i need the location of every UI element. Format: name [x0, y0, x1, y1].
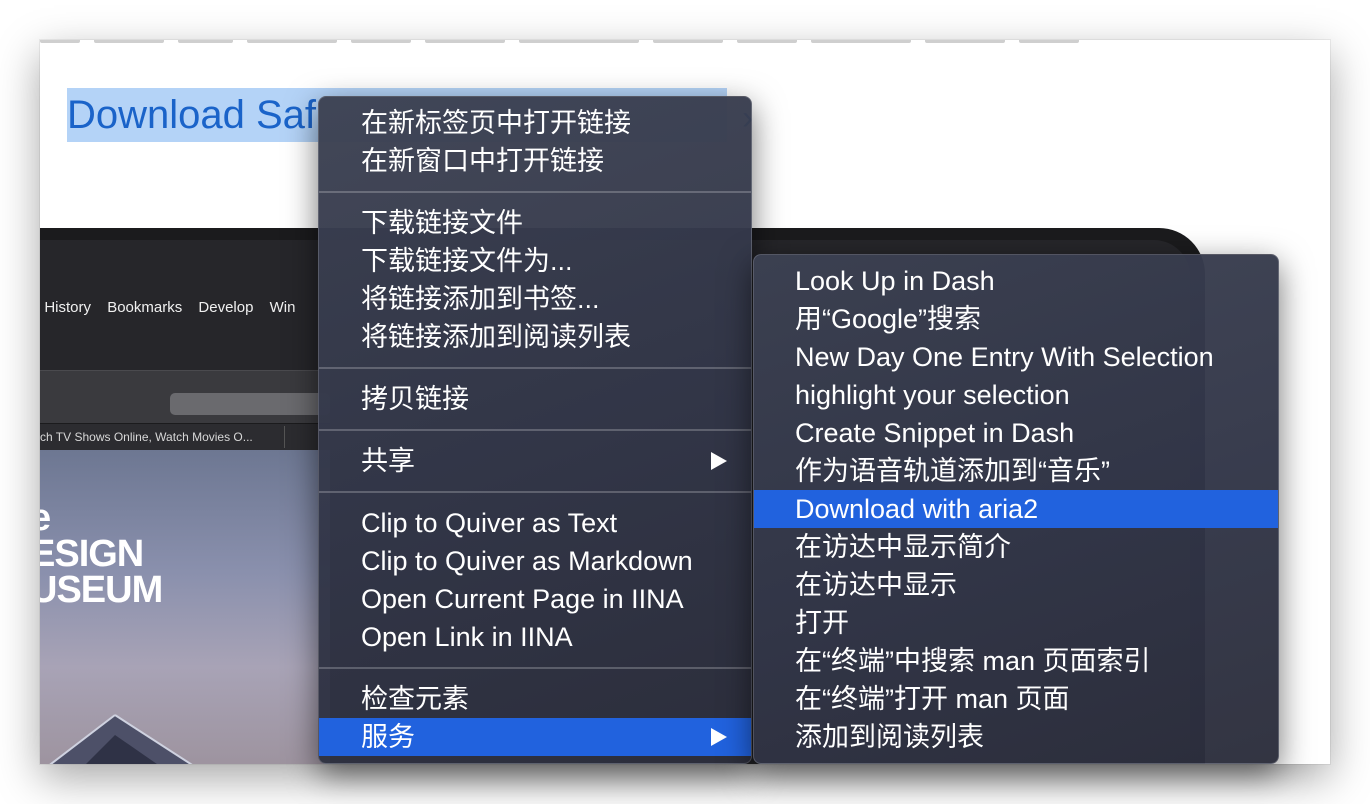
- menu-item-label: 将链接添加到阅读列表: [361, 322, 631, 352]
- menu-item-add-link-to-bookmarks[interactable]: 将链接添加到书签...: [319, 280, 751, 318]
- menubar-bookmarks: Bookmarks: [107, 299, 183, 316]
- service-highlight-selection[interactable]: highlight your selection: [754, 376, 1278, 414]
- menu-item-clip-quiver-markdown[interactable]: Clip to Quiver as Markdown: [319, 542, 751, 580]
- menu-item-open-link-new-tab[interactable]: 在新标签页中打开链接: [319, 104, 751, 142]
- menu-item-label: New Day One Entry With Selection: [795, 342, 1214, 372]
- submenu-arrow-icon: [711, 728, 727, 746]
- menu-item-open-link-new-window[interactable]: 在新窗口中打开链接: [319, 142, 751, 180]
- menu-item-label: 在新标签页中打开链接: [361, 108, 631, 138]
- logo-line: e: [40, 499, 162, 537]
- menu-item-label: Download with aria2: [795, 494, 1039, 524]
- menubar-window: Win: [269, 299, 296, 316]
- menu-item-download-linked-file[interactable]: 下载链接文件: [319, 204, 751, 242]
- menu-item-share[interactable]: 共享: [319, 442, 751, 480]
- service-show-info-finder[interactable]: 在访达中显示简介: [754, 528, 1278, 566]
- menu-item-label: 在访达中显示简介: [795, 532, 1011, 562]
- menu-item-open-link-iina[interactable]: Open Link in IINA: [319, 618, 751, 656]
- menu-item-add-link-to-reading-list[interactable]: 将链接添加到阅读列表: [319, 318, 751, 356]
- menubar-develop: Develop: [198, 299, 254, 316]
- menu-item-download-linked-file-as[interactable]: 下载链接文件为...: [319, 242, 751, 280]
- laptop-address-bar: [170, 393, 330, 415]
- menu-item-label: Clip to Quiver as Text: [361, 508, 618, 538]
- menubar-history: History: [44, 299, 92, 316]
- context-menu: 在新标签页中打开链接 在新窗口中打开链接 下载链接文件 下载链接文件为... 将…: [318, 96, 752, 764]
- service-open-man-page[interactable]: 在“终端”打开 man 页面: [754, 680, 1278, 718]
- menu-separator: [319, 667, 751, 669]
- menu-item-label: 在“终端”中搜索 man 页面索引: [795, 646, 1151, 676]
- submenu-arrow-icon: [711, 452, 727, 470]
- menu-item-label: highlight your selection: [795, 380, 1070, 410]
- menu-item-services[interactable]: 服务: [319, 718, 751, 756]
- menu-item-label: 添加到阅读列表: [795, 722, 984, 752]
- service-day-one-entry[interactable]: New Day One Entry With Selection: [754, 338, 1278, 376]
- menu-item-label: 在新窗口中打开链接: [361, 146, 604, 176]
- laptop-tab-title: atch TV Shows Online, Watch Movies O...: [40, 430, 253, 444]
- menu-item-label: 下载链接文件为...: [361, 246, 573, 276]
- service-open[interactable]: 打开: [754, 604, 1278, 642]
- menu-item-label: 在访达中显示: [795, 570, 957, 600]
- laptop-menubar: / History Bookmarks Develop Win: [40, 294, 330, 322]
- service-download-aria2[interactable]: Download with aria2: [754, 490, 1278, 528]
- menu-separator: [319, 491, 751, 493]
- service-search-man-index[interactable]: 在“终端”中搜索 man 页面索引: [754, 642, 1278, 680]
- service-create-snippet-dash[interactable]: Create Snippet in Dash: [754, 414, 1278, 452]
- menu-item-label: 共享: [361, 446, 415, 476]
- logo-line: ESIGN: [40, 533, 144, 575]
- tab-divider: [284, 426, 285, 448]
- laptop-hero-image: e ESIGN USEUM: [40, 450, 330, 764]
- menu-item-label: Create Snippet in Dash: [795, 418, 1075, 448]
- menu-separator: [319, 429, 751, 431]
- menu-item-label: 服务: [361, 722, 415, 752]
- laptop-browser-toolbar: [40, 370, 330, 426]
- service-look-up-dash[interactable]: Look Up in Dash: [754, 262, 1278, 300]
- service-reveal-in-finder[interactable]: 在访达中显示: [754, 566, 1278, 604]
- menu-item-label: 将链接添加到书签...: [361, 284, 600, 314]
- menu-separator: [319, 191, 751, 193]
- menu-item-label: 在“终端”打开 man 页面: [795, 684, 1070, 714]
- design-museum-logo: e ESIGN USEUM: [40, 499, 163, 611]
- museum-roof-graphic: [49, 714, 193, 764]
- service-add-spoken-track-music[interactable]: 作为语音轨道添加到“音乐”: [754, 452, 1278, 490]
- service-search-google[interactable]: 用“Google”搜索: [754, 300, 1278, 338]
- menu-item-label: Open Link in IINA: [361, 622, 573, 652]
- menu-item-label: Clip to Quiver as Markdown: [361, 546, 693, 576]
- menu-item-label: 用“Google”搜索: [795, 304, 982, 334]
- menu-item-clip-quiver-text[interactable]: Clip to Quiver as Text: [319, 504, 751, 542]
- logo-line: USEUM: [40, 569, 163, 611]
- menu-item-label: Look Up in Dash: [795, 266, 995, 296]
- menu-item-label: 检查元素: [361, 684, 469, 714]
- menu-item-label: 打开: [795, 608, 849, 638]
- menu-item-inspect-element[interactable]: 检查元素: [319, 680, 751, 718]
- laptop-tab-bar: atch TV Shows Online, Watch Movies O...: [40, 423, 330, 451]
- service-add-to-reading-list[interactable]: 添加到阅读列表: [754, 718, 1278, 756]
- cropped-text-line: [40, 40, 1330, 44]
- menu-item-label: 拷贝链接: [361, 384, 469, 414]
- menu-separator: [319, 367, 751, 369]
- menu-item-label: 下载链接文件: [361, 208, 523, 238]
- menu-item-copy-link[interactable]: 拷贝链接: [319, 380, 751, 418]
- menu-item-open-page-iina[interactable]: Open Current Page in IINA: [319, 580, 751, 618]
- services-submenu: Look Up in Dash 用“Google”搜索 New Day One …: [753, 254, 1279, 764]
- menu-item-label: Open Current Page in IINA: [361, 584, 684, 614]
- menu-item-label: 作为语音轨道添加到“音乐”: [795, 456, 1110, 486]
